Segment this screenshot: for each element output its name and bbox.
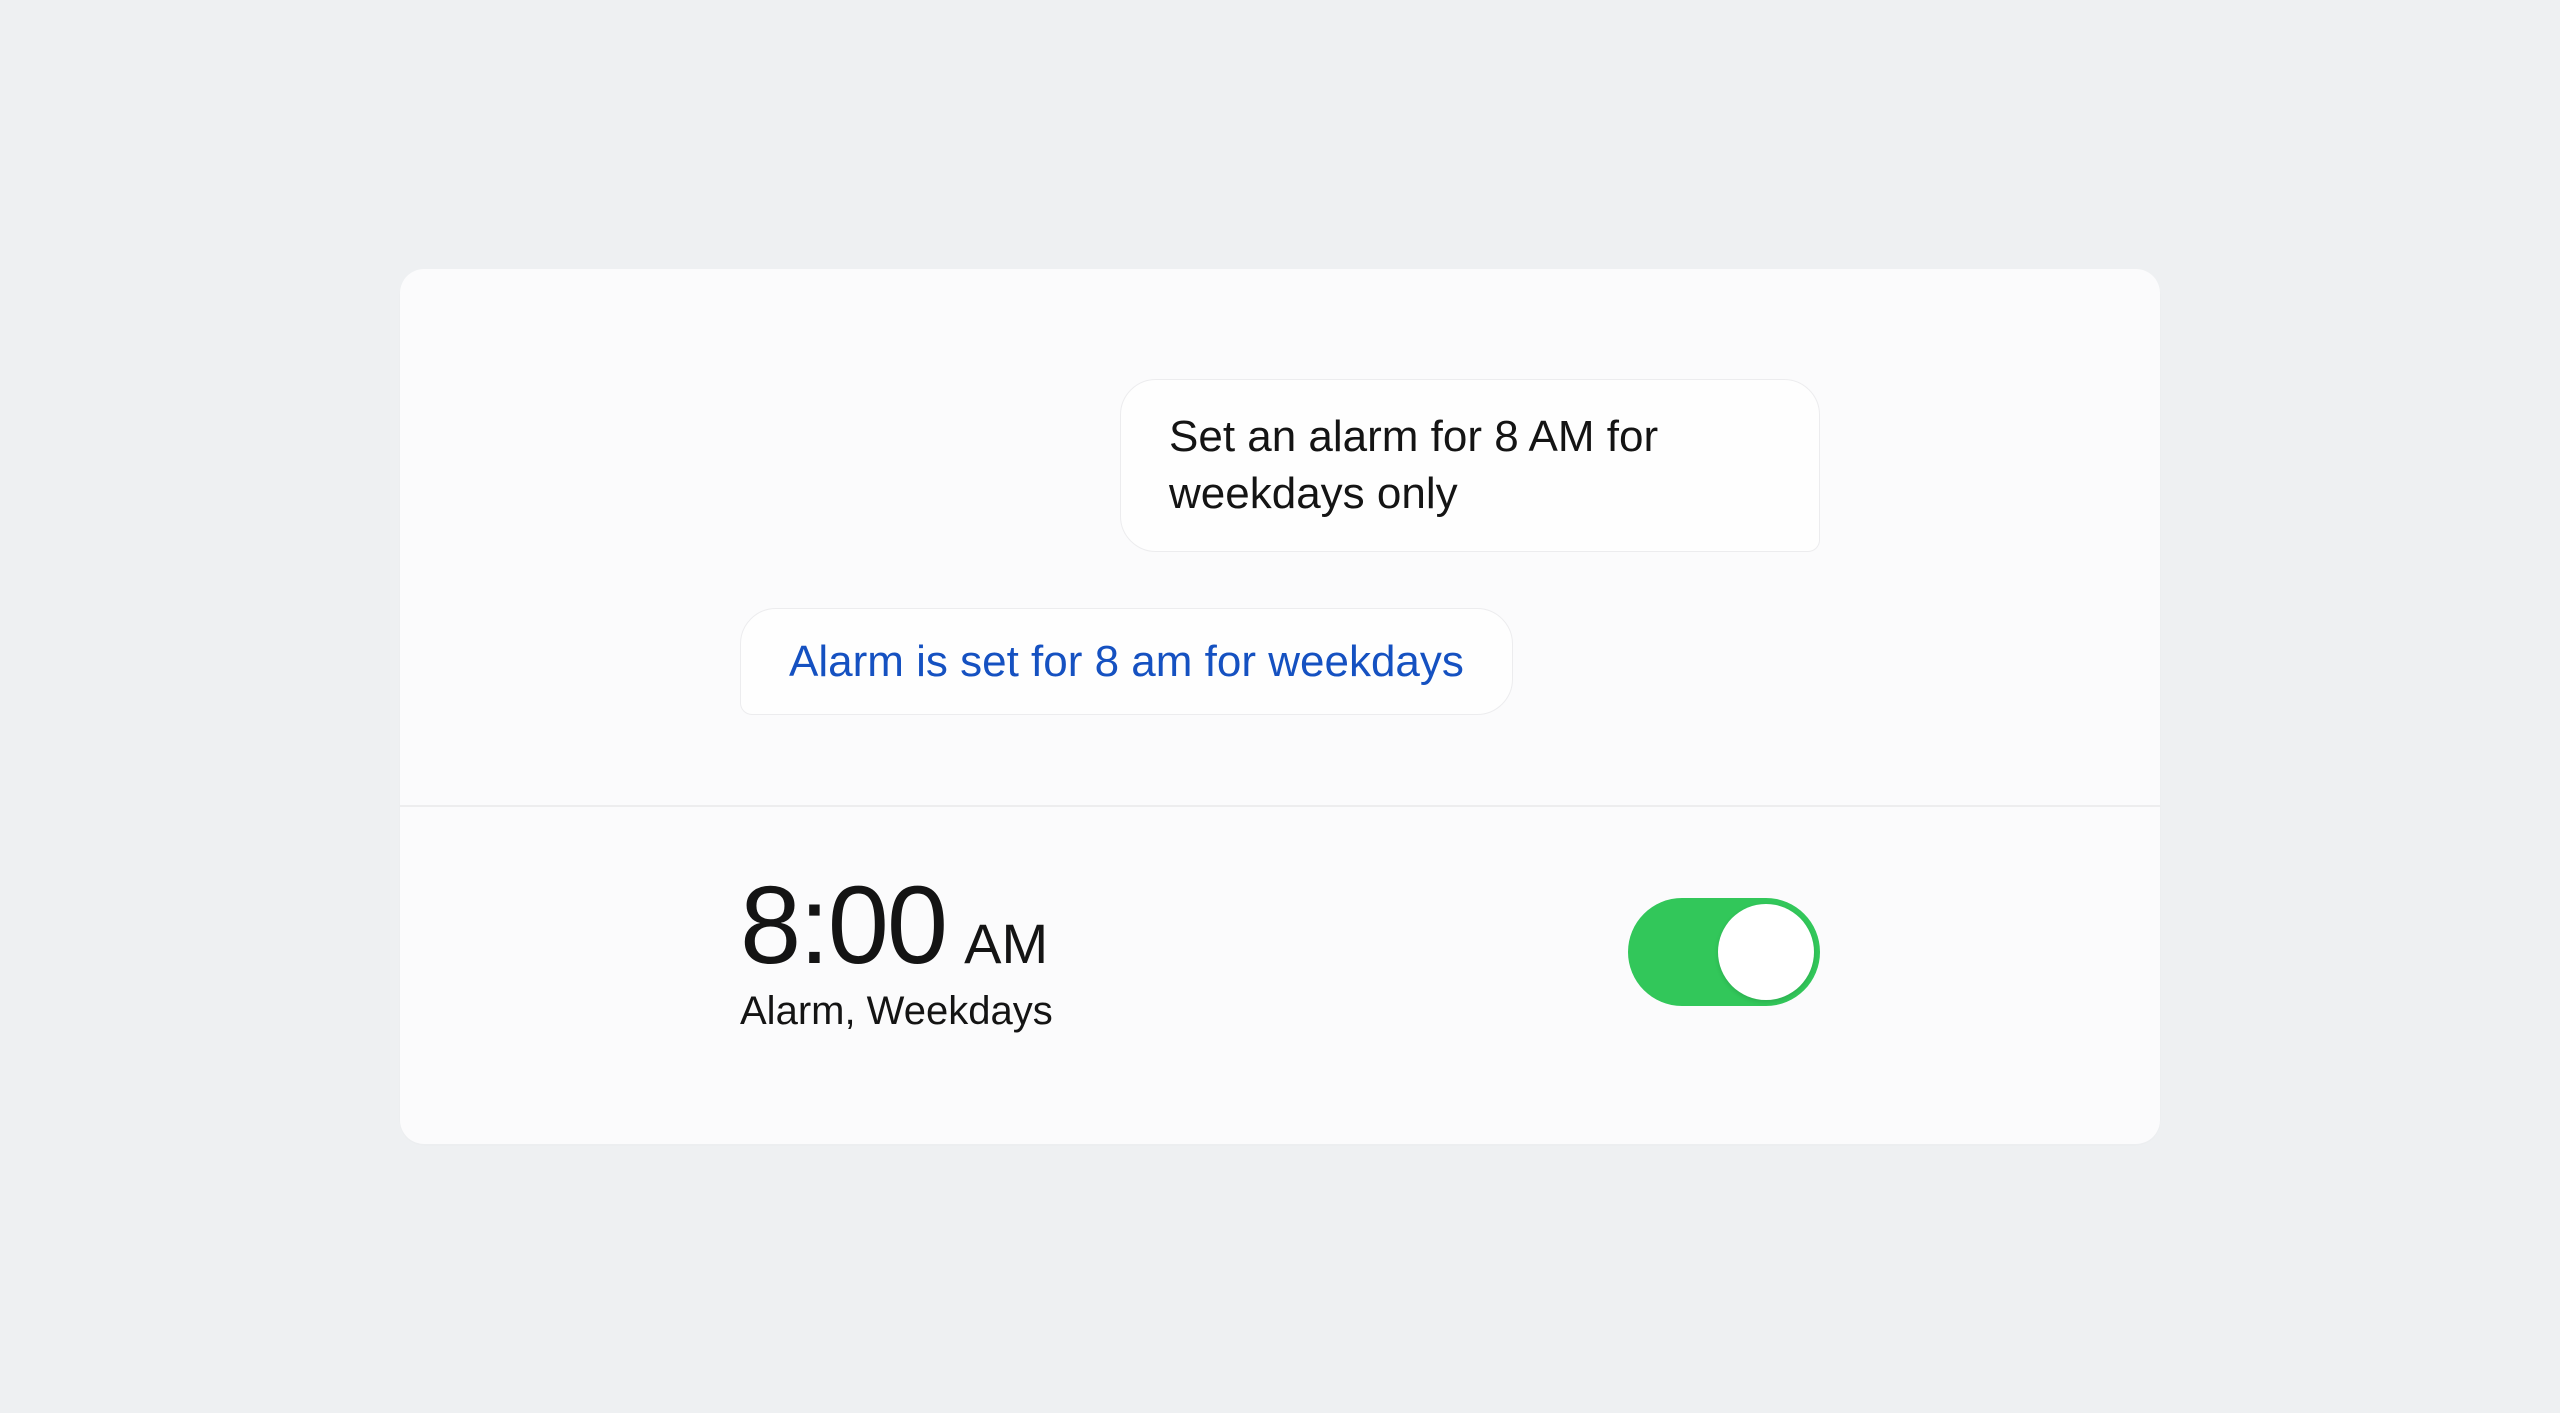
alarm-toggle[interactable] bbox=[1628, 898, 1820, 1006]
alarm-subtitle: Alarm, Weekdays bbox=[740, 989, 1053, 1034]
toggle-knob bbox=[1718, 904, 1814, 1000]
user-message-text: Set an alarm for 8 AM for weekdays only bbox=[1169, 412, 1658, 518]
assistant-message-bubble: Alarm is set for 8 am for weekdays bbox=[740, 608, 1513, 715]
chat-area: Set an alarm for 8 AM for weekdays only … bbox=[400, 269, 2160, 805]
alarm-row: 8:00 AM Alarm, Weekdays bbox=[400, 805, 2160, 1144]
alarm-time: 8:00 bbox=[740, 871, 946, 981]
alarm-info: 8:00 AM Alarm, Weekdays bbox=[740, 871, 1053, 1034]
alarm-period: AM bbox=[964, 911, 1048, 976]
user-message-bubble: Set an alarm for 8 AM for weekdays only bbox=[1120, 379, 1820, 551]
assistant-message-text: Alarm is set for 8 am for weekdays bbox=[789, 637, 1464, 686]
alarm-time-row: 8:00 AM bbox=[740, 871, 1053, 981]
alarm-card: Set an alarm for 8 AM for weekdays only … bbox=[400, 269, 2160, 1144]
